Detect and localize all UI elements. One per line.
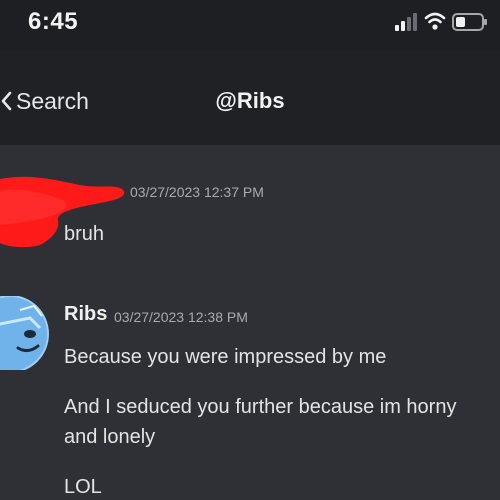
message-text: And I seduced you further because im hor… [64,396,457,448]
message-author[interactable]: Ribs [64,303,107,326]
conversation-title: @Ribs [215,88,285,113]
battery-icon [452,13,487,31]
wifi-icon [424,12,446,30]
message-timestamp: 03/27/2023 12:37 PM [130,184,264,200]
message-timestamp: 03/27/2023 12:38 PM [114,309,248,325]
dm-screen: 6:45 Search @Ribs 03/27/2023 12:37 PM br… [0,0,500,500]
message-text: LOL [64,476,102,498]
status-time: 6:45 [28,8,79,35]
status-bar: 6:45 [0,0,500,50]
message-text: bruh [64,223,105,245]
nav-bar: Search @Ribs [0,50,500,145]
signal-icon [395,13,417,31]
message-text: Because you were impressed by me [64,346,387,368]
avatar[interactable] [0,296,50,370]
